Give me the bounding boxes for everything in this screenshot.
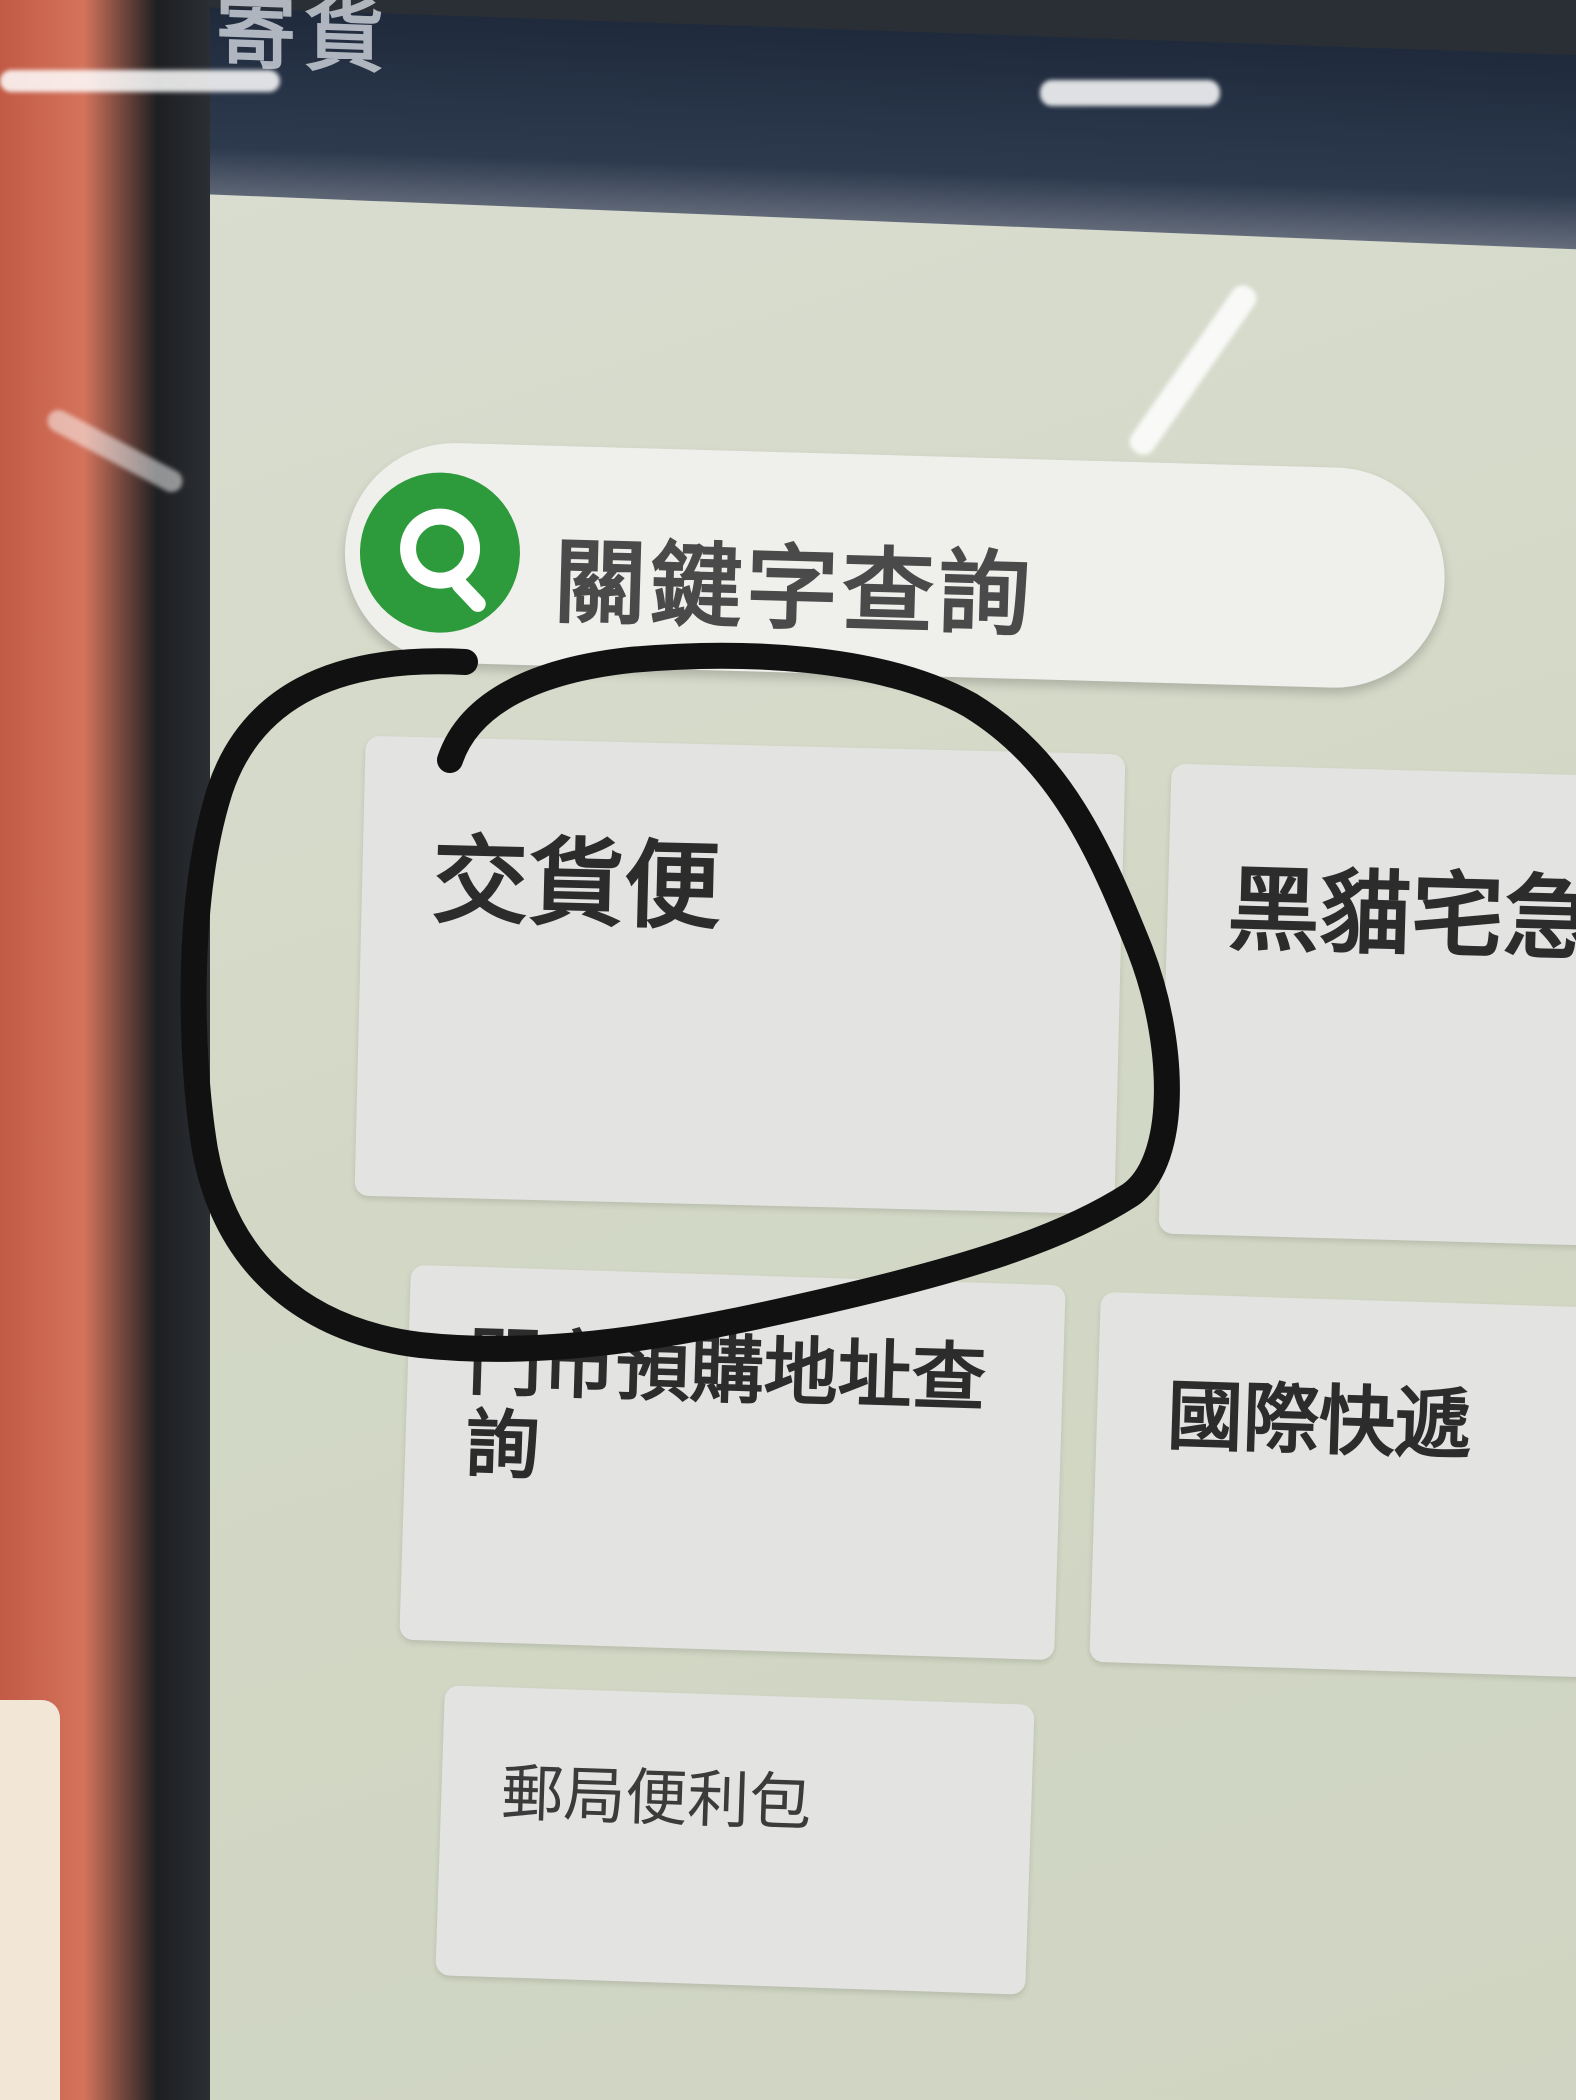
- search-icon[interactable]: [357, 470, 523, 635]
- tile-label: 郵局便利包: [500, 1756, 813, 1840]
- side-sticker: [0, 1700, 60, 2100]
- tile-label: 交貨便: [430, 824, 722, 944]
- lens-shape: [398, 507, 482, 590]
- search-input[interactable]: 關鍵字查詢: [341, 440, 1448, 691]
- tile-post-convenience-pack[interactable]: 郵局便利包: [435, 1685, 1035, 1995]
- tile-label: 門市預購地址查詢: [464, 1319, 988, 1490]
- search-placeholder: 關鍵字查詢: [552, 528, 1036, 650]
- light-glare: [0, 70, 280, 92]
- light-glare: [1040, 80, 1220, 106]
- tile-store-address-lookup[interactable]: 門市預購地址查詢: [399, 1264, 1066, 1661]
- handle-shape: [448, 573, 490, 616]
- tile-label: 黑貓宅急: [1226, 856, 1576, 974]
- tile-label: 國際快遞: [1165, 1371, 1473, 1470]
- tile-international-express[interactable]: 國際快遞: [1089, 1291, 1576, 1679]
- tile-black-cat[interactable]: 黑貓宅急: [1158, 763, 1576, 1247]
- kiosk-photo: 郵局寄貨 關鍵字查詢 交貨便 黑貓宅急 門市預購地址查詢 國際快遞 郵局便利包: [0, 0, 1576, 2100]
- tile-cvs-delivery[interactable]: 交貨便: [354, 735, 1126, 1215]
